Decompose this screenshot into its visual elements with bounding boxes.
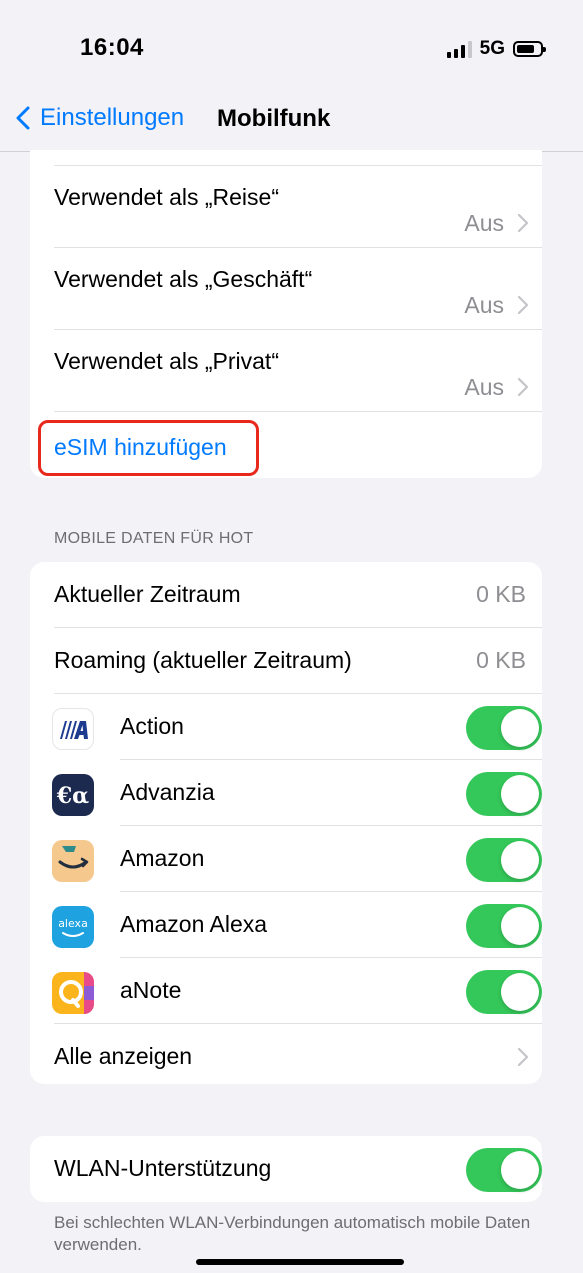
current-period-label: Aktueller Zeitraum: [54, 581, 241, 607]
status-indicators: 5G: [446, 38, 546, 60]
app-name: Advanzia: [120, 779, 215, 805]
wifi-assist-footer: Bei schlechten WLAN-Verbindungen automat…: [54, 1213, 531, 1254]
chevron-left-icon: [16, 106, 30, 130]
svg-text:alexa: alexa: [58, 917, 88, 930]
add-esim-button[interactable]: eSIM hinzufügen: [54, 434, 227, 461]
alexa-data-toggle[interactable]: [466, 904, 542, 948]
chevron-right-icon: [517, 1047, 529, 1067]
app-row-anote: aNote: [30, 958, 542, 1024]
app-row-action: Action: [30, 694, 542, 760]
line-row-privat[interactable]: Verwendet als „Privat“ Aus: [30, 330, 542, 412]
line-row-geschaeft[interactable]: Verwendet als „Geschäft“ Aus: [30, 248, 542, 330]
navigation-bar: Einstellungen Mobilfunk: [0, 90, 583, 152]
roaming-label: Roaming (aktueller Zeitraum): [54, 647, 352, 673]
line-value: Aus: [464, 292, 504, 318]
action-app-icon: [52, 708, 94, 750]
advanzia-app-icon: €α: [52, 774, 94, 816]
app-name: Action: [120, 713, 184, 739]
svg-text:€α: €α: [56, 783, 89, 809]
line-label: Verwendet als „Reise“: [54, 184, 279, 210]
wifi-assist-toggle[interactable]: [466, 1148, 542, 1192]
app-name: aNote: [120, 977, 182, 1003]
line-label: Verwendet als „Geschäft“: [54, 266, 313, 292]
line-row-reise[interactable]: Verwendet als „Reise“ Aus: [30, 166, 542, 248]
line-value: Aus: [464, 374, 504, 400]
app-row-amazon: Amazon: [30, 826, 542, 892]
status-bar: 16:04 5G: [0, 0, 583, 90]
back-label: Einstellungen: [40, 104, 185, 131]
app-row-alexa: alexa Amazon Alexa: [30, 892, 542, 958]
current-period-row: Aktueller Zeitraum 0 KB: [30, 562, 542, 628]
wifi-assist-card: WLAN-Unterstützung: [30, 1136, 542, 1202]
section-header: MOBILE DATEN FÜR HOT: [54, 530, 254, 547]
roaming-row: Roaming (aktueller Zeitraum) 0 KB: [30, 628, 542, 694]
add-esim-row: eSIM hinzufügen: [30, 412, 542, 478]
chevron-right-icon: [517, 213, 529, 233]
wifi-assist-row: WLAN-Unterstützung: [30, 1136, 542, 1202]
alexa-app-icon: alexa: [52, 906, 94, 948]
app-name: Amazon: [120, 845, 205, 871]
show-all-row[interactable]: Alle anzeigen: [30, 1024, 542, 1084]
anote-app-icon: [52, 972, 94, 1014]
chevron-right-icon: [517, 377, 529, 397]
home-indicator: [196, 1259, 404, 1265]
status-time: 16:04: [80, 34, 144, 61]
chevron-right-icon: [517, 295, 529, 315]
amazon-app-icon: [52, 840, 94, 882]
network-type: 5G: [479, 38, 505, 59]
app-row-advanzia: €α Advanzia: [30, 760, 542, 826]
roaming-value: 0 KB: [476, 647, 526, 673]
page-title: Mobilfunk: [217, 105, 331, 132]
current-period-value: 0 KB: [476, 581, 526, 607]
show-all-label: Alle anzeigen: [54, 1043, 193, 1069]
back-button[interactable]: Einstellungen: [16, 104, 184, 132]
lines-card: Verwendet als „Reise“ Aus Verwendet als …: [30, 150, 542, 478]
line-label: Verwendet als „Privat“: [54, 348, 279, 374]
mobile-data-card: Aktueller Zeitraum 0 KB Roaming (aktuell…: [30, 562, 542, 1084]
anote-data-toggle[interactable]: [466, 970, 542, 1014]
action-data-toggle[interactable]: [466, 706, 542, 750]
line-value: Aus: [464, 210, 504, 236]
signal-icon: [446, 40, 472, 58]
app-name: Amazon Alexa: [120, 911, 268, 937]
advanzia-data-toggle[interactable]: [466, 772, 542, 816]
amazon-data-toggle[interactable]: [466, 838, 542, 882]
wifi-assist-label: WLAN-Unterstützung: [54, 1155, 272, 1181]
battery-icon: [513, 41, 546, 57]
